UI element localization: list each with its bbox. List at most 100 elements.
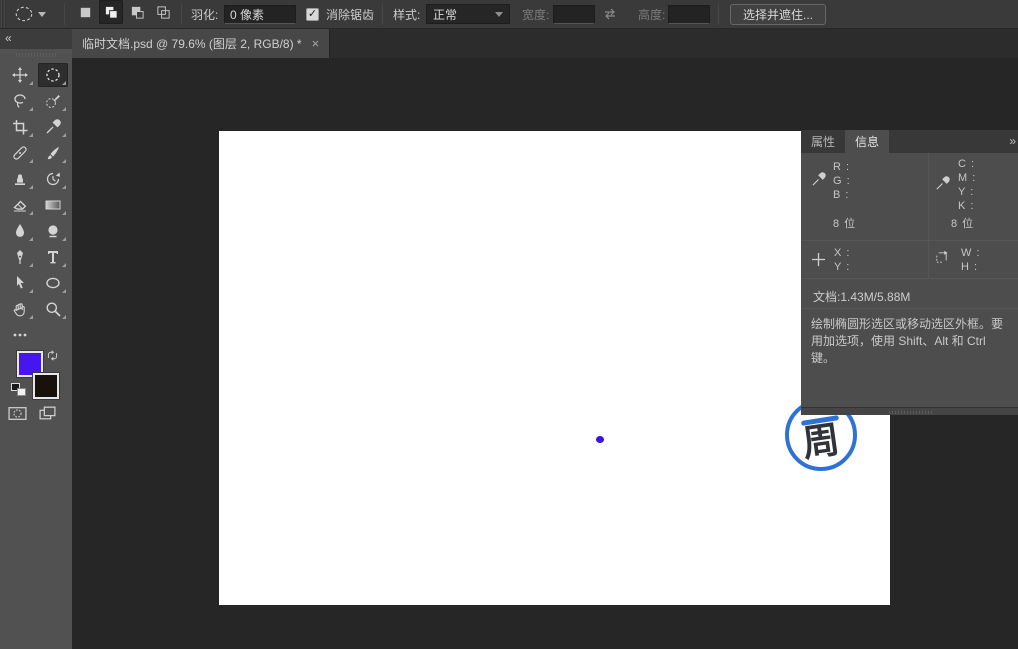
shape-icon (45, 275, 61, 291)
tool-options-bar: 羽化: ✓ 消除锯齿 样式: 正常 宽度: 高度: 选择并遮住... (0, 0, 1018, 29)
clone-stamp-tool[interactable] (5, 167, 35, 191)
panel-menu-icon[interactable]: » (1009, 134, 1016, 148)
tools-panel: « (0, 29, 72, 649)
new-selection-button[interactable] (73, 0, 97, 24)
eyedropper-readout-icon[interactable] (935, 176, 950, 194)
feather-label: 羽化: (191, 7, 219, 22)
select-and-mask-button[interactable]: 选择并遮住... (730, 3, 827, 25)
antialias-checkbox[interactable]: ✓ (306, 7, 319, 21)
panel-divider (801, 308, 1018, 309)
options-separator (382, 3, 383, 25)
pen-tool[interactable] (5, 245, 35, 269)
info-panel: 属性 信息 » R : G : B : 8 位 C : M : Y : K : … (801, 130, 1018, 415)
intersect-selection-button[interactable] (151, 0, 175, 24)
type-tool[interactable] (38, 245, 68, 269)
ellipse-shape-tool[interactable] (38, 271, 68, 295)
style-select[interactable]: 正常 (426, 4, 510, 24)
lasso-tool[interactable] (5, 89, 35, 113)
close-tab-icon[interactable]: × (312, 36, 320, 51)
move-icon (11, 67, 28, 83)
photoshop-window: 羽化: ✓ 消除锯齿 样式: 正常 宽度: 高度: 选择并遮住... « (0, 0, 1018, 649)
document-tab[interactable]: 临时文档.psd @ 79.6% (图层 2, RGB/8) * × (72, 29, 331, 58)
default-colors-button[interactable] (11, 383, 26, 396)
chevron-down-icon (38, 11, 46, 17)
more-icon (12, 327, 28, 343)
panel-resize-gripper[interactable] (801, 407, 1018, 415)
historybrush-icon (45, 171, 61, 187)
options-bar-gripper[interactable] (0, 0, 7, 28)
subtract-from-selection-button[interactable] (125, 0, 149, 24)
eraser-tool[interactable] (5, 193, 35, 217)
height-input[interactable] (668, 4, 710, 24)
feather-input[interactable] (224, 4, 296, 24)
w-label: W : (961, 247, 981, 259)
collapse-tools-button[interactable]: « (5, 31, 13, 45)
cmyk-depth-label: 8 位 (951, 218, 975, 230)
tools-panel-gripper[interactable] (16, 53, 56, 57)
default-background-swatch (17, 388, 26, 396)
x-label: X : (834, 247, 851, 259)
k-label: K : (958, 200, 975, 212)
dodge-tool[interactable] (38, 219, 68, 243)
swap-colors-button[interactable] (46, 349, 59, 367)
g-label: G : (833, 175, 851, 187)
r-label: R : (833, 161, 851, 173)
hand-icon (12, 301, 28, 317)
rgb-depth-label: 8 位 (833, 218, 857, 230)
crop-tool[interactable] (5, 115, 35, 139)
path-selection-tool[interactable] (5, 271, 35, 295)
type-icon (45, 249, 61, 265)
document-tab-title: 临时文档.psd @ 79.6% (图层 2, RGB/8) * (82, 37, 302, 51)
swap-width-height-icon (602, 0, 618, 28)
eraser-icon (12, 197, 28, 213)
gradient-tool[interactable] (38, 193, 68, 217)
zoom-icon (45, 301, 61, 317)
crosshair-icon (811, 252, 826, 270)
quick-selection-tool[interactable] (38, 89, 68, 113)
height-label: 高度: (638, 7, 666, 22)
eyedropper-readout-icon[interactable] (811, 172, 826, 190)
crop-icon (12, 119, 28, 135)
width-input[interactable] (553, 4, 595, 24)
options-separator (718, 3, 719, 25)
tool-hint-text: 绘制椭圆形选区或移动选区外框。要用加选项，使用 Shift、Alt 和 Ctrl… (811, 317, 1004, 365)
style-label: 样式: (393, 7, 421, 22)
document-canvas[interactable]: 周 (219, 131, 890, 605)
screen-mode-button[interactable] (38, 405, 57, 427)
blur-tool[interactable] (5, 219, 35, 243)
brush-tool[interactable] (38, 141, 68, 165)
quick-mask-mode-button[interactable] (8, 405, 27, 427)
c-label: C : (958, 158, 976, 170)
tools-panel-header: « (0, 29, 72, 49)
hand-tool[interactable] (5, 297, 35, 321)
tools-grid (3, 62, 69, 348)
panel-divider (801, 240, 1018, 241)
painted-dot (596, 436, 604, 443)
zoom-tool[interactable] (38, 297, 68, 321)
gradient-icon (45, 197, 61, 213)
info-panel-header: 属性 信息 » (801, 130, 1018, 153)
document-size-readout: 文档:1.43M/5.88M (813, 290, 911, 304)
m-label: M : (958, 172, 977, 184)
move-tool[interactable] (5, 63, 35, 87)
background-color-swatch[interactable] (33, 373, 59, 399)
history-brush-tool[interactable] (38, 167, 68, 191)
antialias-label: 消除锯齿 (326, 7, 375, 22)
panel-divider (928, 153, 929, 240)
h-label: H : (961, 261, 979, 273)
tab-properties[interactable]: 属性 (801, 130, 845, 153)
brush-icon (45, 145, 61, 161)
edit-toolbar-button[interactable] (5, 323, 35, 347)
stamp-icon (12, 171, 28, 187)
tab-info[interactable]: 信息 (845, 130, 890, 153)
lasso-icon (12, 93, 28, 109)
tool-preset-picker[interactable] (14, 0, 46, 28)
pen-icon (12, 249, 28, 265)
y-label: Y : (958, 186, 975, 198)
pathselect-icon (12, 275, 28, 291)
add-to-selection-button[interactable] (99, 0, 123, 24)
healing-brush-tool[interactable] (5, 141, 35, 165)
elliptical-marquee-tool[interactable] (37, 63, 68, 87)
eyedropper-tool[interactable] (38, 115, 68, 139)
y-label: Y : (834, 261, 851, 273)
